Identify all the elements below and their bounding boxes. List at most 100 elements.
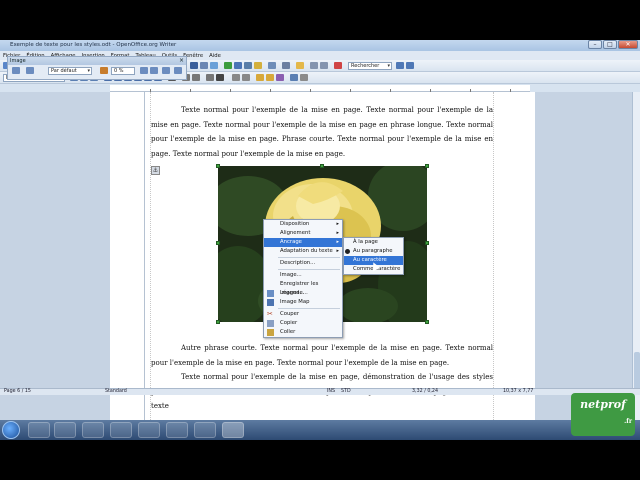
menu-item-couper[interactable]: ✂ Couper [264,310,342,319]
line-style-icon[interactable] [192,74,200,81]
menu-separator [278,257,340,258]
start-button[interactable] [2,421,20,439]
title-bar: Exemple de texte pour les styles.odt - O… [0,40,640,51]
background-color-icon[interactable] [216,74,224,81]
menu-item-image-map[interactable]: Image Map [264,298,342,307]
horizontal-ruler[interactable] [110,85,530,92]
border-color-icon[interactable] [206,74,214,81]
resize-handle-r[interactable] [425,241,429,245]
menu-item-description[interactable]: Description... [264,259,342,268]
gallery-icon[interactable] [234,62,242,69]
extra-tool-icon[interactable] [310,62,318,69]
paragraph-2[interactable]: Autre phrase courte. Texte normal pour l… [151,341,493,370]
navigator-icon[interactable] [224,62,232,69]
search-dropdown-icon[interactable]: ▾ [387,63,390,70]
taskbar-writer-icon[interactable] [222,422,244,438]
taskbar-vlc-icon[interactable] [138,422,160,438]
taskbar-media-icon[interactable] [54,422,76,438]
image-toolbar-header[interactable]: Image × [8,57,186,65]
status-insert-mode[interactable]: INS [327,389,335,395]
window-title: Exemple de texte pour les styles.odt - O… [10,42,177,48]
graphics-mode-select[interactable]: Par défaut ▾ [48,67,92,75]
right-margin-guide [493,92,494,428]
vertical-scrollbar[interactable] [632,92,640,428]
resize-handle-tl[interactable] [216,164,220,168]
resize-handle-l[interactable] [216,241,220,245]
image-map-icon [267,299,274,306]
search-input[interactable]: Rechercher ▾ [348,62,392,70]
taskbar-explorer-icon[interactable] [28,422,50,438]
resize-handle-t[interactable] [320,164,324,168]
taskbar-firefox-icon[interactable] [110,422,132,438]
minimize-button[interactable]: – [588,40,602,49]
menu-item-coller[interactable]: Coller [264,328,342,337]
crop-icon[interactable] [162,67,170,74]
bring-front-icon[interactable] [232,74,240,81]
taskbar-word-icon[interactable] [166,422,188,438]
menu-item-legende[interactable]: Légende... [264,289,342,298]
menu-item-alignement[interactable]: Alignement ▸ [264,229,342,238]
submenu-item-a-la-page[interactable]: À la page [344,238,403,247]
unlink-icon[interactable] [290,74,298,81]
image-floating-toolbar: Image × Par défaut ▾ 0 % [7,56,187,80]
anchor-marker-icon[interactable]: ⚓ [151,166,160,175]
send-back-icon[interactable] [242,74,250,81]
transparency-input[interactable]: 0 % [111,67,135,75]
status-selection-mode[interactable]: STD [341,389,351,395]
filter-icon[interactable] [12,67,20,74]
status-page: Page 6 / 15 [4,389,31,394]
status-style: Standard [105,389,127,394]
status-size: 10,37 x 7,77 [503,389,534,394]
menu-separator [278,308,340,309]
taskbar-app-icon[interactable] [194,422,216,438]
windows-taskbar [0,420,640,440]
hyperlink-icon[interactable] [190,62,198,69]
menu-item-image[interactable]: Image... [264,271,342,280]
paragraph-1[interactable]: Texte normal pour l'exemple de la mise e… [151,103,493,161]
datasource-icon[interactable] [244,62,252,69]
menu-separator [278,269,340,270]
resize-handle-br[interactable] [425,320,429,324]
status-bar: Page 6 / 15 Standard INS STD 3,32 / 0,24… [0,388,640,395]
menu-item-ancrage[interactable]: Ancrage ▸ [264,238,342,247]
nonprinting-chars-icon[interactable] [254,62,262,69]
menu-aide[interactable]: Aide [209,53,221,59]
taskbar-chrome-icon[interactable] [82,422,104,438]
scrollbar-thumb[interactable] [634,352,640,392]
find-toolbar-icon[interactable] [296,62,304,69]
flip-vertical-icon[interactable] [140,67,148,74]
context-menu: Disposition ▸ Alignement ▸ Ancrage ▸ Adapta… [263,219,343,338]
netprof-logo: netprof .fr [571,393,635,436]
radio-selected-icon [345,249,350,254]
submenu-arrow-icon: ▸ [336,221,339,227]
find-up-icon[interactable] [406,62,414,69]
macro-icon[interactable] [276,74,284,81]
link-frames-icon[interactable] [266,74,274,81]
color-icon[interactable] [100,67,108,74]
more-options-icon[interactable] [300,74,308,81]
menu-item-enregistrer-images[interactable]: Enregistrer les images... [264,280,342,296]
writer-window: Exemple de texte pour les styles.odt - O… [0,40,640,440]
image-properties-icon[interactable] [174,67,182,74]
resize-handle-tr[interactable] [425,164,429,168]
flip-horizontal-icon[interactable] [150,67,158,74]
preset-dropdown-icon[interactable]: ▾ [87,68,90,75]
submenu-item-au-paragraphe[interactable]: Au paragraphe [344,247,403,256]
find-close-icon[interactable] [334,62,342,69]
table-icon[interactable] [200,62,208,69]
menu-item-adaptation-texte[interactable]: Adaptation du texte ▸ [264,247,342,256]
zoom-icon[interactable] [268,62,276,69]
extra-tool-2-icon[interactable] [320,62,328,69]
menu-item-copier[interactable]: Copier [264,319,342,328]
graphics-mode-icon[interactable] [26,67,34,74]
menu-item-disposition[interactable]: Disposition ▸ [264,220,342,229]
show-draw-icon[interactable] [210,62,218,69]
close-icon[interactable]: × [179,57,184,65]
vertical-ruler[interactable] [138,92,145,428]
find-down-icon[interactable] [396,62,404,69]
close-button[interactable]: ✕ [618,40,638,49]
frame-props-icon[interactable] [256,74,264,81]
maximize-button[interactable]: □ [603,40,617,49]
resize-handle-bl[interactable] [216,320,220,324]
help-icon[interactable] [282,62,290,69]
